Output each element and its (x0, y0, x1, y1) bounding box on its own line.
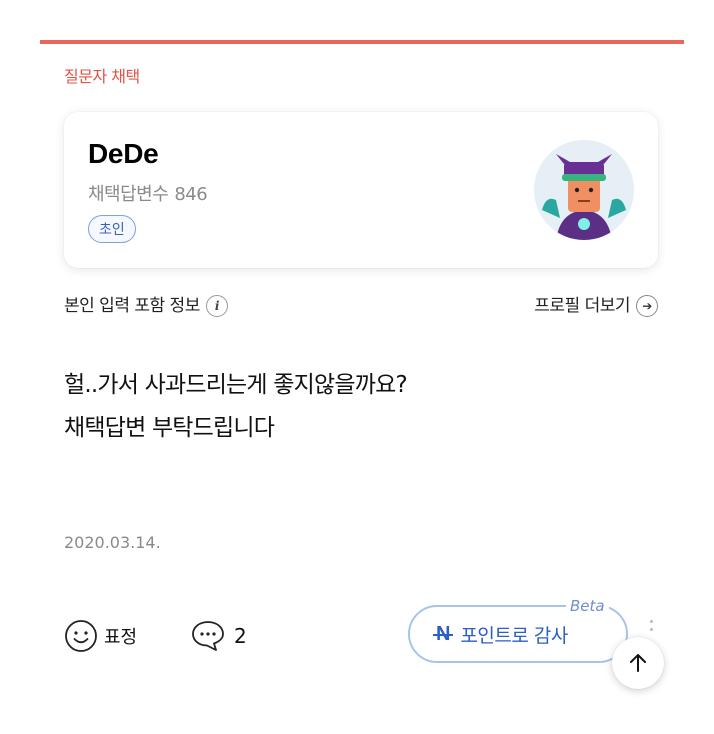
info-label-text: 본인 입력 포함 정보 (64, 296, 200, 316)
avatar-character-icon (534, 140, 634, 240)
user-stat: 채택답변수 846 (88, 180, 208, 206)
post-date: 2020.03.14. (64, 533, 161, 552)
more-dots-icon[interactable] (650, 620, 656, 636)
scroll-top-button[interactable] (612, 637, 664, 689)
naver-pay-icon: N (432, 622, 455, 645)
arrow-circle-right-icon: ➔ (636, 295, 658, 317)
beta-tag: Beta (566, 597, 609, 615)
info-label[interactable]: 본인 입력 포함 정보 i (64, 291, 228, 317)
answer-body: 헐..가서 사과드리는게 좋지않을까요? 채택답변 부탁드립니다 (64, 364, 408, 450)
comment-button[interactable]: 2 (190, 618, 247, 654)
point-button-label: 포인트로 감사 (460, 624, 568, 647)
smile-icon (64, 619, 98, 653)
answer-line: 채택답변 부탁드립니다 (64, 415, 275, 441)
section-label: 질문자 채택 (64, 67, 140, 86)
stat-label: 채택답변수 (88, 184, 169, 205)
user-name: DeDe (88, 138, 159, 169)
profile-more-link[interactable]: 프로필 더보기 ➔ (534, 291, 658, 317)
info-icon[interactable]: i (205, 295, 228, 317)
answerer-profile-card[interactable]: DeDe 채택답변수 846 초인 (64, 112, 658, 268)
reaction-label: 표정 (104, 627, 138, 648)
stat-value: 846 (174, 184, 208, 205)
answer-line: 헐..가서 사과드리는게 좋지않을까요? (64, 372, 408, 398)
comment-icon (190, 619, 226, 653)
rank-badge: 초인 (88, 215, 136, 243)
profile-row: 본인 입력 포함 정보 i 프로필 더보기 ➔ (64, 289, 658, 317)
avatar[interactable] (534, 140, 634, 240)
top-divider (40, 40, 684, 44)
reaction-button[interactable]: 표정 (64, 618, 137, 654)
profile-more-label: 프로필 더보기 (534, 296, 630, 316)
comment-count: 2 (234, 624, 247, 648)
arrow-up-icon (630, 654, 646, 672)
